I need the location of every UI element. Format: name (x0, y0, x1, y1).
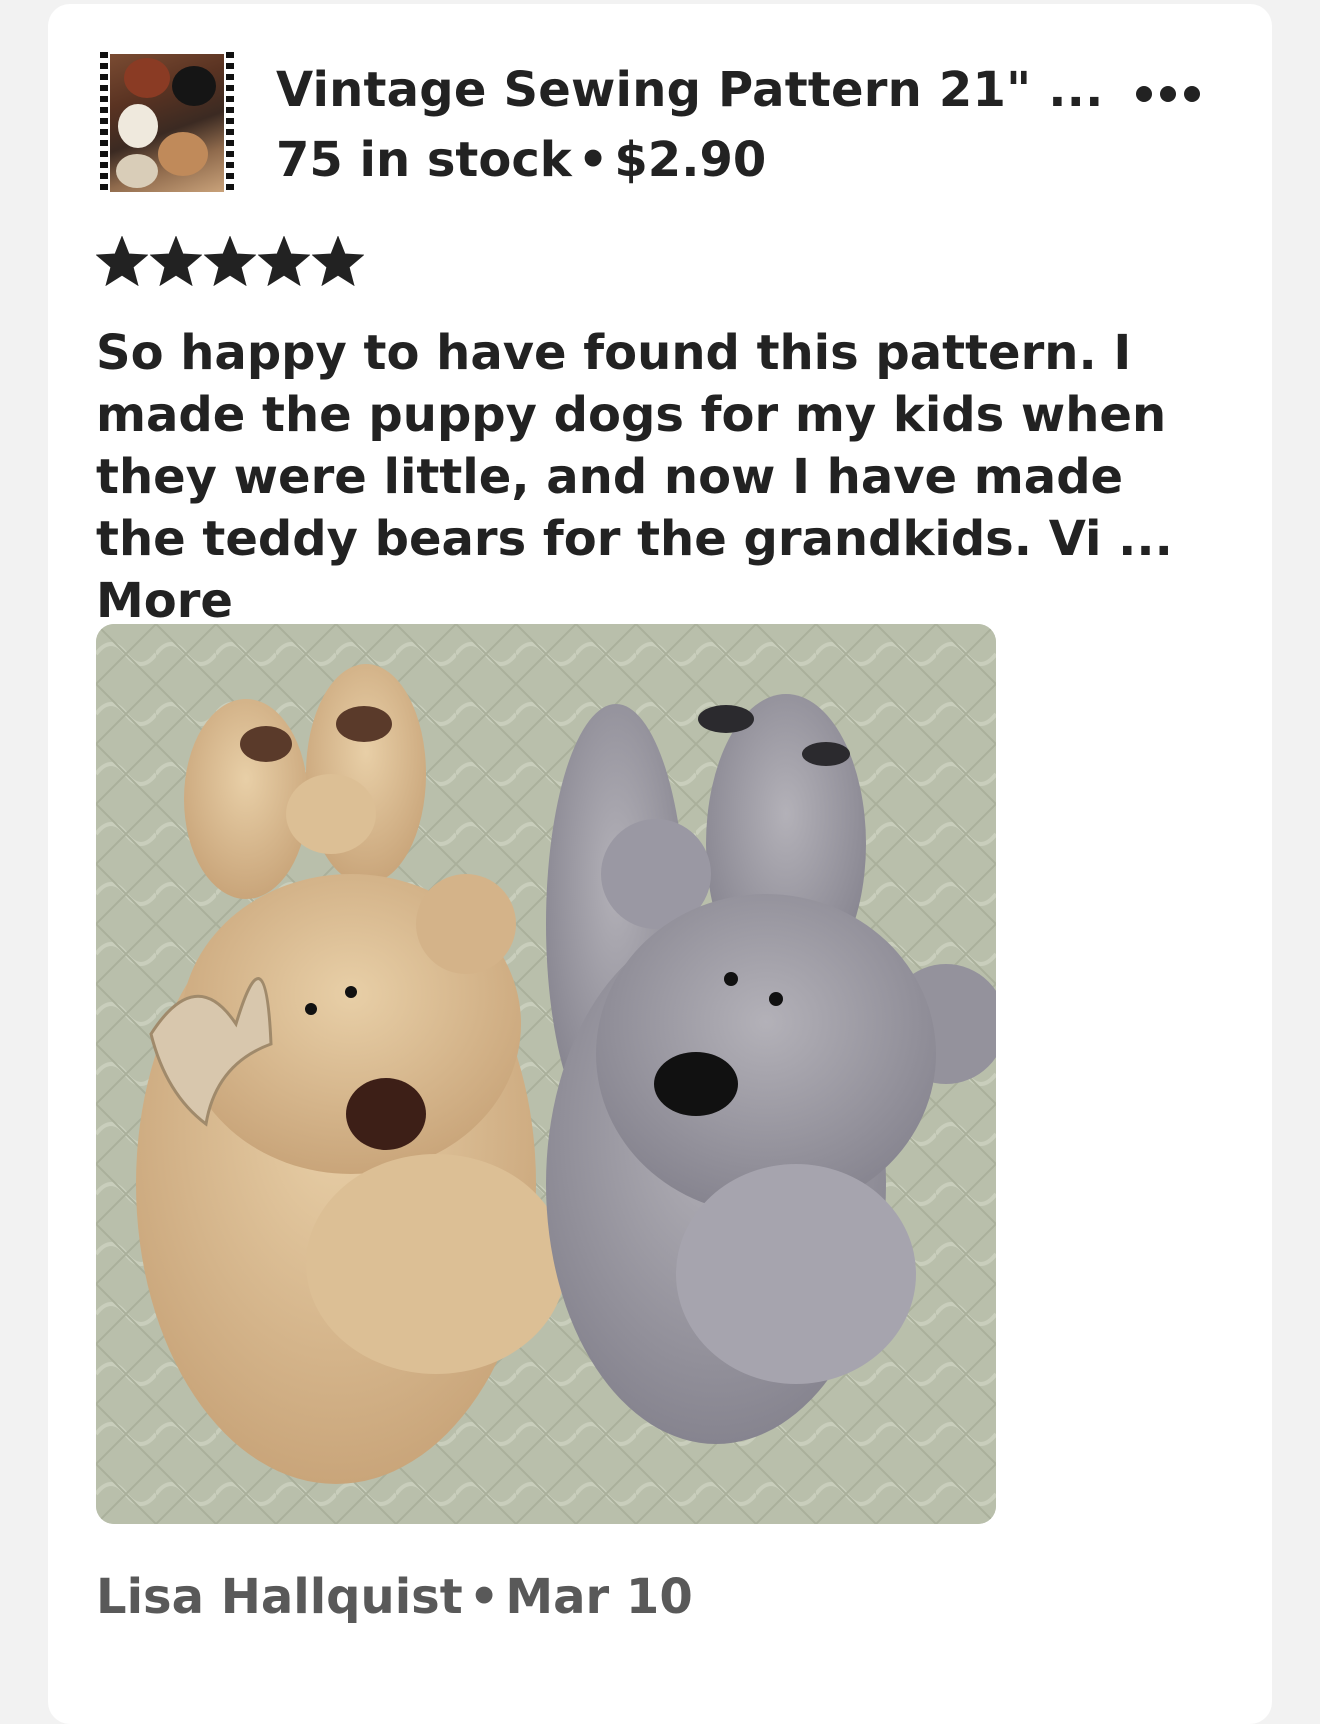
thumbnail-bear-red (124, 58, 170, 98)
author-name[interactable]: Lisa Hallquist (96, 1569, 463, 1625)
review-card: Vintage Sewing Pattern 21" ... 75 in sto… (48, 4, 1272, 1724)
star-icon (312, 236, 364, 286)
listing-thumbnail[interactable] (96, 52, 238, 194)
teddy-bears-photo-icon (96, 624, 996, 1524)
more-link[interactable]: More (96, 573, 233, 629)
star-rating (96, 236, 364, 286)
listing-header[interactable]: Vintage Sewing Pattern 21" ... 75 in sto… (96, 52, 1224, 202)
separator-dot: • (577, 132, 609, 188)
thumbnail-film-strip-left (100, 52, 108, 194)
thumbnail-bear-black (172, 66, 216, 106)
thumbnail-bear-cream (116, 154, 158, 188)
star-icon (96, 236, 148, 286)
review-author-date: Lisa Hallquist • Mar 10 (96, 1569, 693, 1625)
review-date: Mar 10 (505, 1569, 693, 1625)
listing-title[interactable]: Vintage Sewing Pattern 21" ... (276, 62, 1104, 118)
listing-stock-price: 75 in stock • $2.90 (276, 132, 766, 188)
star-icon (258, 236, 310, 286)
review-body: So happy to have found this pattern. I m… (96, 325, 1173, 567)
star-icon (150, 236, 202, 286)
thumbnail-bear-tan (158, 132, 208, 176)
stock-count: 75 in stock (276, 132, 572, 188)
more-dot (1184, 86, 1200, 102)
more-dot (1160, 86, 1176, 102)
thumbnail-bear-white (118, 104, 158, 148)
thumbnail-film-strip-right (226, 52, 234, 194)
review-text: So happy to have found this pattern. I m… (96, 322, 1216, 632)
separator-dot: • (468, 1569, 500, 1625)
star-icon (204, 236, 256, 286)
review-photo[interactable] (96, 624, 996, 1524)
more-dot (1136, 86, 1152, 102)
listing-price: $2.90 (614, 132, 767, 188)
more-options-icon[interactable] (1136, 74, 1200, 114)
thumbnail-image (110, 54, 224, 192)
